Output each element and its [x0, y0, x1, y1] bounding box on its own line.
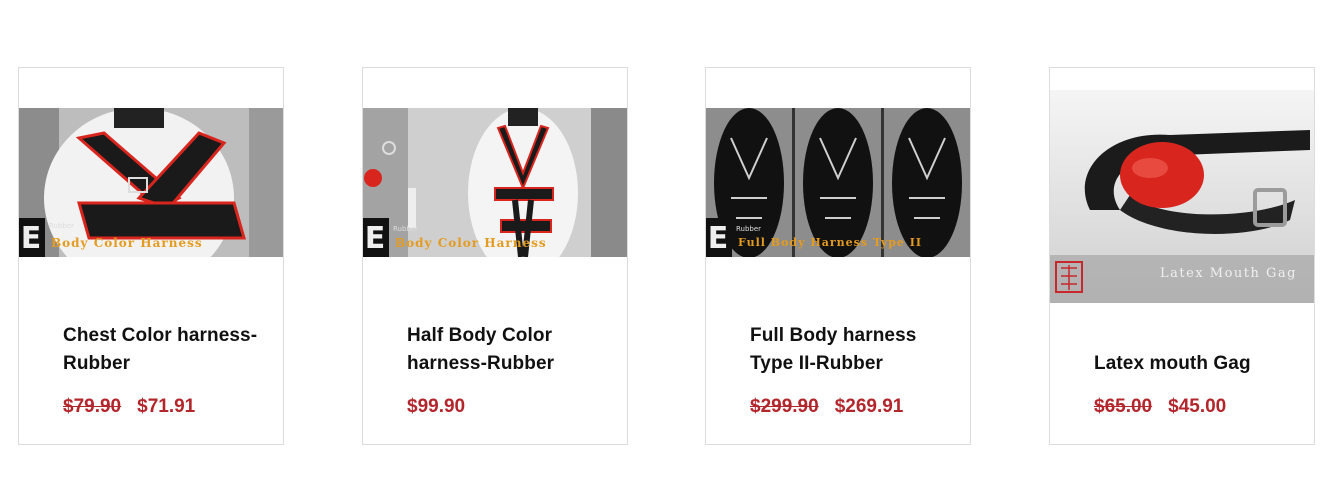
product-image[interactable]: E Rubber Body Color Harness	[363, 108, 627, 257]
image-caption: Latex Mouth Gag	[1160, 266, 1297, 281]
image-brand-label: Rubber	[393, 225, 419, 233]
product-price: $99.90	[407, 396, 465, 418]
product-title[interactable]: Latex mouth Gag	[1094, 350, 1294, 378]
product-title[interactable]: Full Body harness Type II-Rubber	[750, 322, 950, 378]
product-price: $79.90 $71.91	[63, 396, 195, 418]
product-image[interactable]: E Rubber Body Color Harness	[19, 108, 283, 257]
original-price: $299.90	[750, 396, 819, 417]
original-price: $65.00	[1094, 396, 1153, 417]
image-caption: Full Body Harness Type II	[738, 236, 923, 249]
product-card-chest-color-harness[interactable]: E Rubber Body Color Harness Chest Color …	[18, 67, 284, 445]
product-card-latex-mouth-gag[interactable]: Latex Mouth Gag Latex mouth Gag $65.00 $4…	[1049, 67, 1315, 445]
sale-price: $45.00	[1168, 396, 1227, 417]
svg-text:E: E	[21, 221, 42, 256]
product-title[interactable]: Chest Color harness-Rubber	[63, 322, 263, 378]
sale-price: $71.91	[137, 396, 196, 417]
product-title[interactable]: Half Body Color harness-Rubber	[407, 322, 607, 378]
product-image[interactable]: E Rubber Full Body Harness Type II	[706, 108, 970, 257]
product-price: $299.90 $269.91	[750, 396, 903, 418]
image-caption: Body Color Harness	[395, 236, 547, 250]
product-price: $65.00 $45.00	[1094, 396, 1226, 418]
product-image[interactable]: Latex Mouth Gag	[1050, 90, 1314, 303]
sale-price: $269.91	[834, 396, 904, 417]
image-caption: Body Color Harness	[51, 236, 203, 250]
product-card-half-body-color-harness[interactable]: E Rubber Body Color Harness Half Body Co…	[362, 67, 628, 445]
svg-text:E: E	[365, 221, 386, 256]
product-card-full-body-harness-type-ii[interactable]: E Rubber Full Body Harness Type II Full …	[705, 67, 971, 445]
image-brand-label: Rubber	[736, 225, 762, 233]
svg-text:E: E	[708, 221, 729, 256]
original-price: $79.90	[63, 396, 122, 417]
image-brand-label: Rubber	[49, 222, 75, 230]
sale-price: $99.90	[407, 396, 466, 417]
